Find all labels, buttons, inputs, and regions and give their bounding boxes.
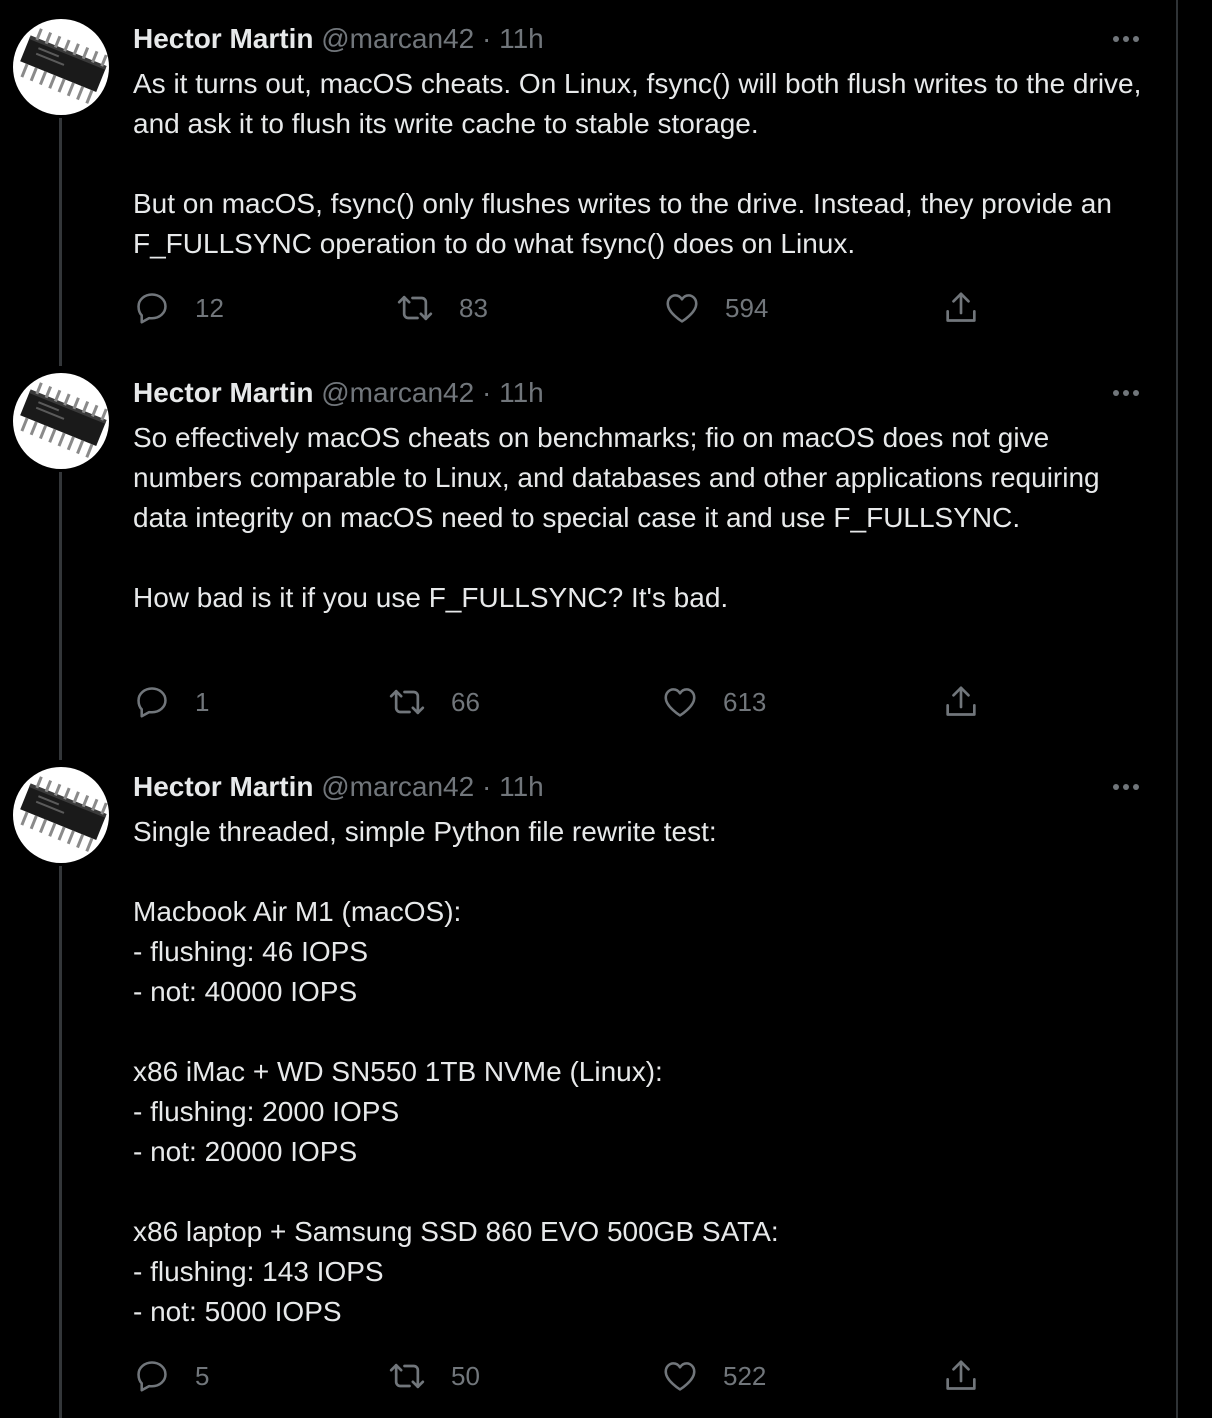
avatar[interactable] — [13, 767, 109, 863]
user-handle[interactable]: @marcan42 — [321, 771, 474, 802]
tweet-paragraph: How bad is it if you use F_FULLSYNC? It'… — [133, 582, 729, 613]
display-name[interactable]: Hector Martin — [133, 771, 313, 802]
tweet[interactable]: Hector Martin @marcan42 · 11h Single thr… — [0, 748, 1176, 1418]
reply-icon — [137, 687, 167, 718]
tweet-text: Single threaded, simple Python file rewr… — [133, 812, 1143, 1332]
tweet-actions: 12 83 594 — [133, 288, 1143, 328]
tweet-header: Hector Martin @marcan42 · 11h — [133, 375, 544, 411]
retweet-button[interactable]: 66 — [387, 682, 480, 722]
heart-icon — [666, 294, 698, 323]
tweet-paragraph: Single threaded, simple Python file rewr… — [133, 816, 717, 847]
separator-dot: · — [481, 771, 492, 802]
chip-avatar-image — [20, 382, 108, 458]
like-button[interactable]: 522 — [661, 1356, 766, 1396]
avatar[interactable] — [13, 19, 109, 115]
reply-count: 5 — [195, 1360, 210, 1391]
timestamp[interactable]: 11h — [499, 377, 544, 408]
retweet-count: 66 — [451, 686, 480, 717]
like-count: 613 — [723, 686, 767, 717]
more-options-button[interactable] — [1108, 769, 1144, 805]
chip-avatar-image — [20, 776, 108, 852]
like-button[interactable]: 613 — [661, 682, 766, 722]
share-button[interactable] — [941, 1356, 981, 1396]
share-icon — [946, 1360, 976, 1390]
more-options-button[interactable] — [1108, 375, 1144, 411]
timeline-border — [1176, 0, 1178, 1418]
tweet-paragraph: x86 iMac + WD SN550 1TB NVMe (Linux): - … — [133, 1056, 663, 1167]
retweet-icon — [389, 1363, 425, 1389]
share-icon — [946, 292, 976, 322]
like-count: 522 — [723, 1360, 767, 1391]
like-count: 594 — [725, 292, 769, 323]
more-icon — [1113, 784, 1139, 790]
retweet-count: 83 — [459, 292, 488, 323]
display-name[interactable]: Hector Martin — [133, 377, 313, 408]
retweet-count: 50 — [451, 1360, 480, 1391]
reply-icon — [137, 293, 167, 324]
tweet-header: Hector Martin @marcan42 · 11h — [133, 769, 544, 805]
more-icon — [1113, 36, 1139, 42]
tweet-paragraph: As it turns out, macOS cheats. On Linux,… — [133, 68, 1150, 139]
tweet[interactable]: Hector Martin @marcan42 · 11h So effecti… — [0, 354, 1176, 748]
separator-dot: · — [481, 377, 492, 408]
reply-button[interactable]: 5 — [133, 1356, 209, 1396]
reply-count: 1 — [195, 686, 210, 717]
separator-dot: · — [481, 23, 492, 54]
tweet-paragraph: Macbook Air M1 (macOS): - flushing: 46 I… — [133, 896, 462, 1007]
user-handle[interactable]: @marcan42 — [321, 23, 474, 54]
tweet-actions: 5 50 522 — [133, 1356, 1143, 1396]
tweet-actions: 1 66 613 — [133, 682, 1143, 722]
tweet-paragraph: x86 laptop + Samsung SSD 860 EVO 500GB S… — [133, 1216, 779, 1327]
avatar[interactable] — [13, 373, 109, 469]
tweet-paragraph: But on macOS, fsync() only flushes write… — [133, 188, 1120, 259]
retweet-icon — [397, 295, 433, 321]
heart-icon — [664, 1362, 696, 1391]
share-button[interactable] — [941, 682, 981, 722]
tweet-text: As it turns out, macOS cheats. On Linux,… — [133, 64, 1143, 264]
reply-button[interactable]: 1 — [133, 682, 209, 722]
heart-icon — [664, 688, 696, 717]
more-icon — [1113, 390, 1139, 396]
timestamp[interactable]: 11h — [499, 771, 544, 802]
share-button[interactable] — [941, 288, 981, 328]
user-handle[interactable]: @marcan42 — [321, 377, 474, 408]
share-icon — [946, 686, 976, 716]
more-options-button[interactable] — [1108, 21, 1144, 57]
tweet-header: Hector Martin @marcan42 · 11h — [133, 21, 544, 57]
reply-count: 12 — [195, 292, 224, 323]
retweet-button[interactable]: 50 — [387, 1356, 480, 1396]
reply-button[interactable]: 12 — [133, 288, 224, 328]
reply-icon — [137, 1361, 167, 1392]
timestamp[interactable]: 11h — [499, 23, 544, 54]
display-name[interactable]: Hector Martin — [133, 23, 313, 54]
tweet-text: So effectively macOS cheats on benchmark… — [133, 418, 1143, 618]
retweet-icon — [389, 689, 425, 715]
chip-avatar-image — [20, 28, 108, 104]
like-button[interactable]: 594 — [663, 288, 768, 328]
tweet[interactable]: Hector Martin @marcan42 · 11h As it turn… — [0, 0, 1176, 354]
tweet-paragraph: So effectively macOS cheats on benchmark… — [133, 422, 1108, 533]
retweet-button[interactable]: 83 — [395, 288, 488, 328]
